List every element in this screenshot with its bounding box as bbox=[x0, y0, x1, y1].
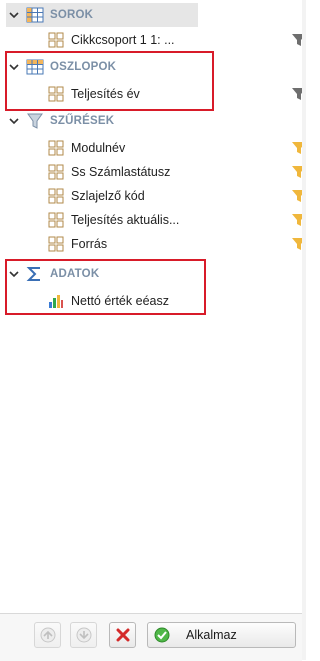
remove-icon bbox=[116, 628, 129, 642]
field-label: Cikkcsoport 1 1: ... bbox=[71, 33, 175, 47]
section-rows[interactable]: SOROK bbox=[6, 3, 198, 27]
apply-button[interactable]: Alkalmaz bbox=[147, 622, 296, 648]
highlight-box-columns bbox=[5, 51, 214, 111]
section-filters-label: SZŰRÉSEK bbox=[50, 115, 115, 127]
field-item-filters-2[interactable]: Szlajelző kód bbox=[48, 184, 306, 208]
check-icon bbox=[154, 627, 170, 643]
chevron-down-icon[interactable] bbox=[8, 115, 20, 127]
move-up-button[interactable] bbox=[34, 622, 61, 648]
field-label: Ss Számlastátusz bbox=[71, 165, 171, 179]
bottom-toolbar: Alkalmaz bbox=[0, 613, 302, 661]
move-down-icon bbox=[76, 627, 91, 643]
field-label: Teljesítés aktuális... bbox=[71, 213, 180, 227]
field-item-filters-4[interactable]: Forrás bbox=[48, 232, 306, 256]
field-label: Szlajelző kód bbox=[71, 189, 145, 203]
remove-button[interactable] bbox=[109, 622, 136, 648]
table-rows-icon bbox=[26, 7, 44, 23]
field-item-rows-0[interactable]: Cikkcsoport 1 1: ... bbox=[48, 28, 306, 52]
pivot-field-panel: SOROK Cikkcsoport 1 1: ... OSZLOPOK Telj… bbox=[0, 0, 306, 661]
move-down-button[interactable] bbox=[70, 622, 97, 648]
funnel-icon bbox=[27, 113, 43, 129]
section-filters[interactable]: SZŰRÉSEK bbox=[6, 109, 114, 133]
move-up-icon bbox=[40, 627, 55, 643]
highlight-box-data bbox=[5, 259, 206, 315]
grid-icon bbox=[48, 140, 64, 156]
grid-icon bbox=[48, 164, 64, 180]
section-rows-label: SOROK bbox=[50, 9, 94, 21]
scrollbar-edge[interactable] bbox=[302, 0, 306, 660]
field-item-filters-1[interactable]: Ss Számlastátusz bbox=[48, 160, 306, 184]
field-label: Forrás bbox=[71, 237, 108, 251]
grid-icon bbox=[48, 188, 64, 204]
field-item-filters-0[interactable]: Modulnév bbox=[48, 136, 306, 160]
grid-icon bbox=[48, 32, 64, 48]
field-item-filters-3[interactable]: Teljesítés aktuális... bbox=[48, 208, 306, 232]
field-label: Modulnév bbox=[71, 141, 126, 155]
apply-button-label: Alkalmaz bbox=[186, 628, 237, 642]
grid-icon bbox=[48, 236, 64, 252]
grid-icon bbox=[48, 212, 64, 228]
chevron-down-icon[interactable] bbox=[8, 9, 20, 21]
